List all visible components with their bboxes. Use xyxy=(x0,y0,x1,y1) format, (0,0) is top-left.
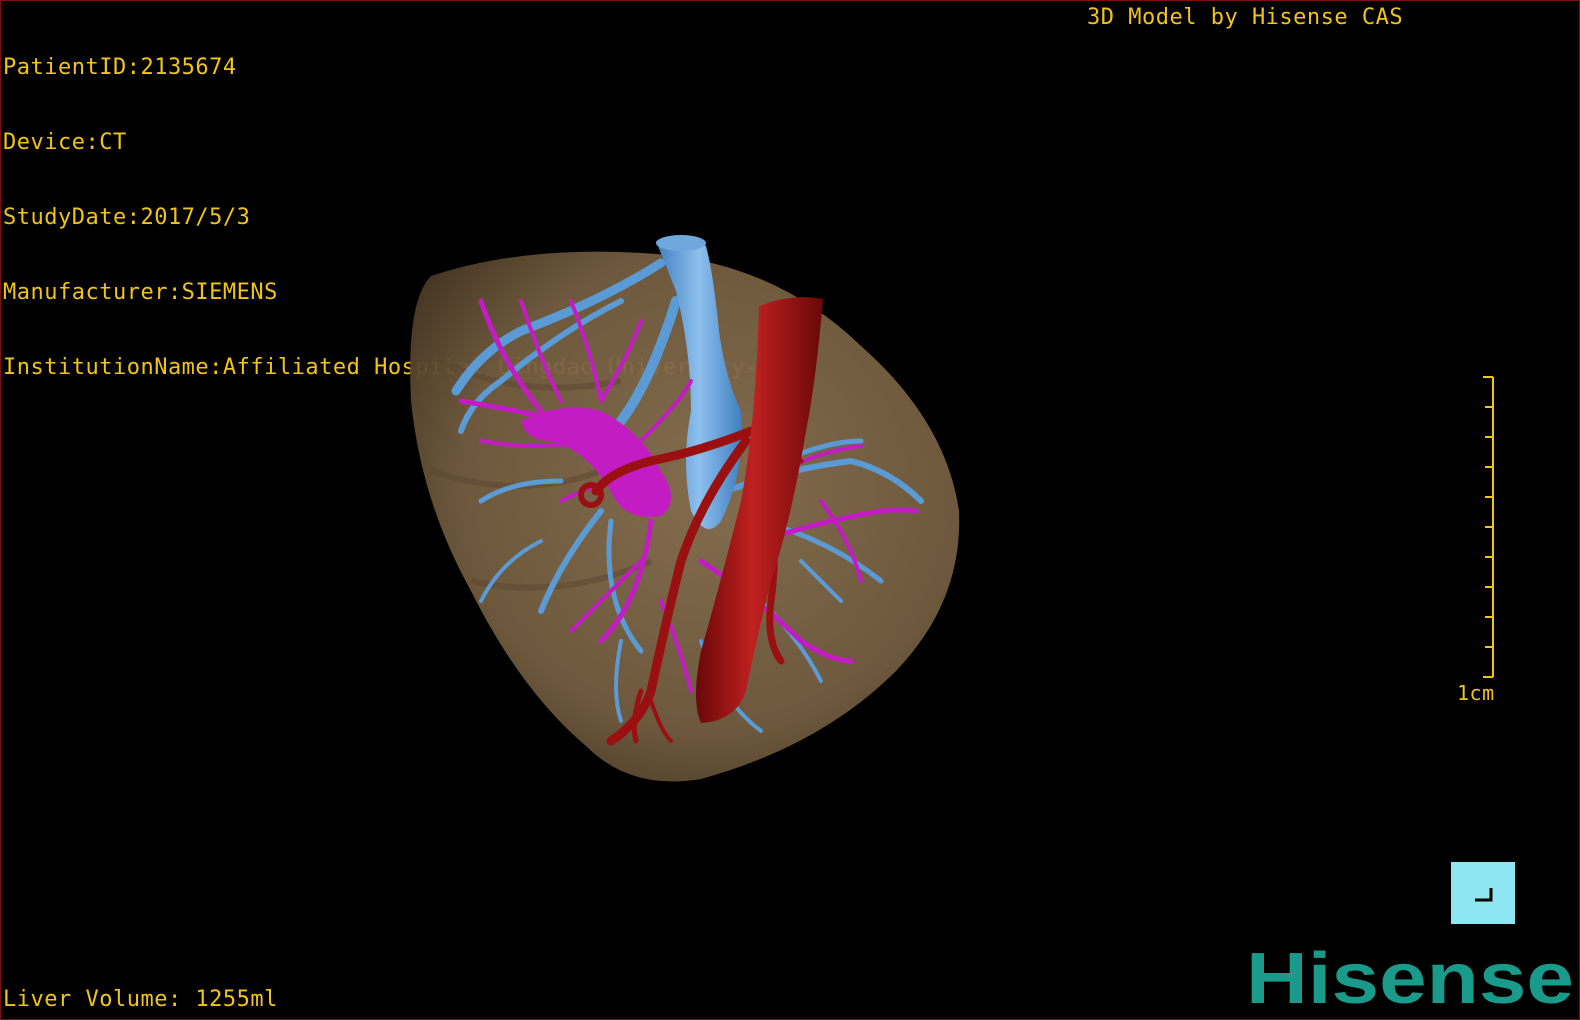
hisense-logo: Hisense xyxy=(1246,947,1574,1011)
scale-bar xyxy=(1483,376,1494,678)
logo-text: Hisense xyxy=(1246,947,1574,1011)
reset-view-button[interactable] xyxy=(1451,862,1515,924)
liver-volume: Liver Volume: 1255ml xyxy=(3,987,278,1012)
liver-3d-model[interactable] xyxy=(1,1,1580,1020)
scale-label: 1cm xyxy=(1457,681,1495,705)
corner-arrow-icon xyxy=(1475,888,1493,902)
3d-viewport[interactable]: PatientID:2135674 Device:CT StudyDate:20… xyxy=(0,0,1580,1020)
